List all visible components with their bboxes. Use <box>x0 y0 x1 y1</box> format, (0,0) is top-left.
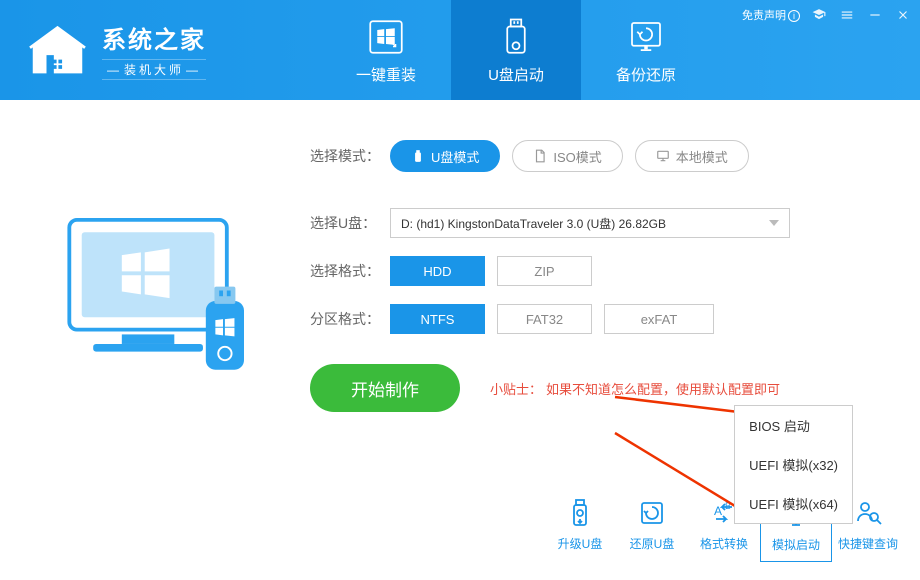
tip: 小贴士：如果不知道怎么配置，使用默认配置即可 <box>490 379 780 398</box>
format-zip[interactable]: ZIP <box>497 256 592 286</box>
file-icon <box>533 149 547 163</box>
monitor-icon <box>656 149 670 163</box>
format-row: 选择格式： HDD ZIP <box>310 256 880 286</box>
usb-small-icon <box>411 149 425 163</box>
logo: 系统之家 装机大师 <box>0 20 231 80</box>
nav-reinstall[interactable]: 一键重装 <box>321 0 451 100</box>
partition-fat32[interactable]: FAT32 <box>497 304 592 334</box>
partition-label: 分区格式： <box>310 309 390 329</box>
nav-usb-boot[interactable]: U盘启动 <box>451 0 581 100</box>
popup-uefi32[interactable]: UEFI 模拟(x32) <box>735 445 852 484</box>
restore-icon <box>636 497 668 529</box>
nav-label: 一键重装 <box>356 64 416 85</box>
illustration <box>40 130 280 412</box>
menu-icon[interactable] <box>838 6 856 24</box>
nav-label: U盘启动 <box>488 64 544 85</box>
partition-exfat[interactable]: exFAT <box>604 304 714 334</box>
mode-iso[interactable]: ISO模式 <box>512 140 622 172</box>
partition-row: 分区格式： NTFS FAT32 exFAT <box>310 304 880 334</box>
titlebar: 免责声明i <box>742 6 912 24</box>
partition-ntfs[interactable]: NTFS <box>390 304 485 334</box>
mode-usb[interactable]: U盘模式 <box>390 140 500 172</box>
usb-nav-icon <box>495 16 537 58</box>
svg-text:B: B <box>725 501 731 511</box>
tool-upgrade-usb[interactable]: 升级U盘 <box>544 489 616 562</box>
config-panel: 选择模式： U盘模式 ISO模式 本地模式 选择U盘： D: (hd1) Kin… <box>280 130 880 412</box>
close-icon[interactable] <box>894 6 912 24</box>
popup-uefi64[interactable]: UEFI 模拟(x64) <box>735 484 852 523</box>
disclaimer-link[interactable]: 免责声明i <box>742 7 800 23</box>
windows-icon <box>365 16 407 58</box>
tool-restore-usb[interactable]: 还原U盘 <box>616 489 688 562</box>
logo-title: 系统之家 <box>102 20 206 55</box>
backup-icon <box>625 16 667 58</box>
start-button[interactable]: 开始制作 <box>310 364 460 412</box>
logo-house-icon <box>25 23 90 78</box>
graduation-icon[interactable] <box>810 6 828 24</box>
mode-label: 选择模式： <box>310 146 390 166</box>
usb-row: 选择U盘： D: (hd1) KingstonDataTraveler 3.0 … <box>310 208 880 238</box>
mode-row: 选择模式： U盘模式 ISO模式 本地模式 <box>310 140 880 172</box>
popup-bios[interactable]: BIOS 启动 <box>735 406 852 445</box>
logo-subtitle: 装机大师 <box>102 59 206 80</box>
usb-up-icon <box>564 497 596 529</box>
format-hdd[interactable]: HDD <box>390 256 485 286</box>
nav: 一键重装 U盘启动 备份还原 <box>321 0 711 100</box>
nav-label: 备份还原 <box>616 64 676 85</box>
header: 免责声明i 系统之家 装机大师 一键重装 U盘启动 备份还原 <box>0 0 920 100</box>
format-label: 选择格式： <box>310 261 390 281</box>
search-person-icon <box>852 497 884 529</box>
nav-backup[interactable]: 备份还原 <box>581 0 711 100</box>
usb-label: 选择U盘： <box>310 213 390 233</box>
usb-select[interactable]: D: (hd1) KingstonDataTraveler 3.0 (U盘) 2… <box>390 208 790 238</box>
svg-text:A: A <box>714 504 722 518</box>
minimize-icon[interactable] <box>866 6 884 24</box>
mode-local[interactable]: 本地模式 <box>635 140 749 172</box>
main: 选择模式： U盘模式 ISO模式 本地模式 选择U盘： D: (hd1) Kin… <box>0 100 920 412</box>
boot-popup: BIOS 启动 UEFI 模拟(x32) UEFI 模拟(x64) <box>734 405 853 524</box>
